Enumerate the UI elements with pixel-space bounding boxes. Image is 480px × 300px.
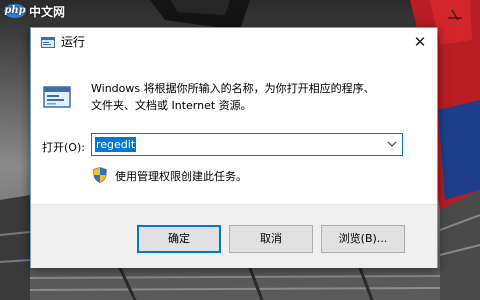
chevron-down-icon[interactable] [386, 137, 398, 152]
run-icon [41, 37, 55, 48]
watermark: php 中文网 [4, 2, 65, 20]
cancel-button[interactable]: 取消 [229, 225, 313, 253]
title-bar[interactable]: 运行 ✕ [31, 28, 437, 56]
close-button[interactable]: ✕ [403, 28, 437, 56]
open-input[interactable]: regedit [95, 137, 137, 152]
dialog-title: 运行 [61, 35, 86, 49]
description-line-2: 文件夹、文档或 Internet 资源。 [91, 99, 252, 112]
desktop: php 中文网 运行 ✕ Windows 将根据你所输入的名称，为你打开相应的程… [0, 0, 480, 300]
close-icon: ✕ [413, 33, 427, 51]
php-logo: php [4, 4, 26, 18]
admin-note: 使用管理权限创建此任务。 [115, 170, 247, 183]
run-icon-large [43, 86, 71, 108]
open-combobox[interactable]: regedit [91, 133, 403, 156]
description-line-1: Windows 将根据你所输入的名称，为你打开相应的程序、 [91, 82, 375, 95]
ok-button[interactable]: 确定 [137, 225, 221, 253]
open-label: 打开(O): [42, 141, 85, 154]
run-dialog: 运行 ✕ Windows 将根据你所输入的名称，为你打开相应的程序、 文件夹、文… [30, 27, 438, 268]
browse-button[interactable]: 浏览(B)... [321, 225, 405, 253]
watermark-text: 中文网 [29, 4, 66, 19]
shield-icon [93, 167, 107, 183]
